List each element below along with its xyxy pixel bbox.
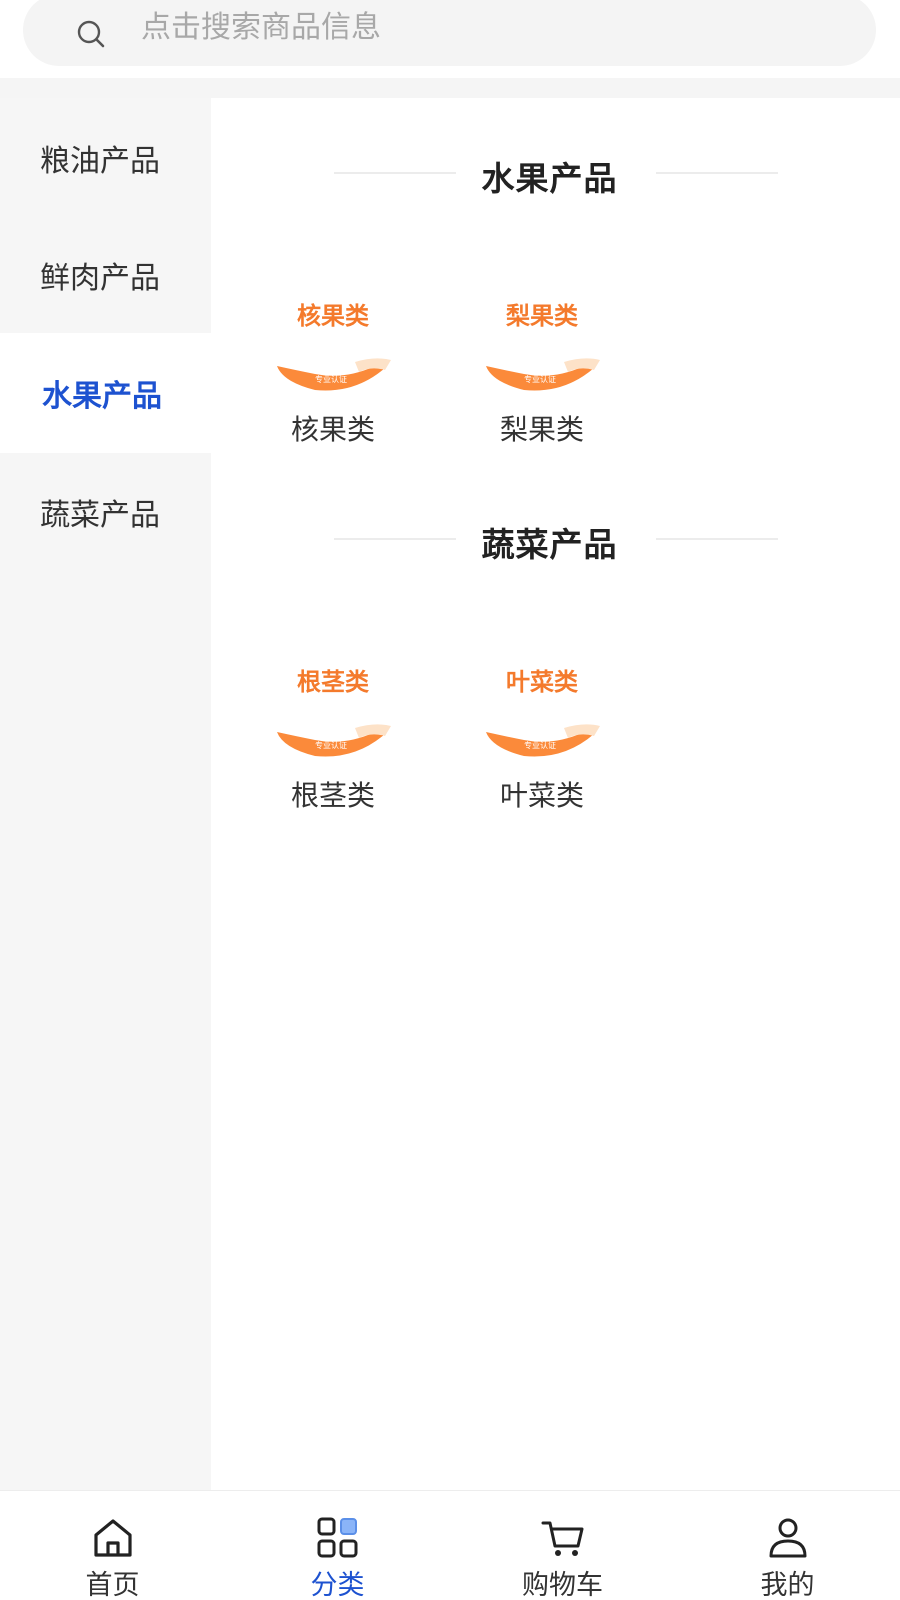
divider-line (656, 172, 778, 174)
image-text: 叶菜类 (506, 668, 578, 696)
search-placeholder: 点击搜索商品信息 (141, 10, 381, 45)
subcategory-image: 叶菜类 专业认证 (484, 662, 600, 762)
sidebar-item-label: 粮油产品 (40, 144, 160, 179)
subcategory-label: 根茎类 (290, 779, 375, 812)
user-icon (769, 1518, 806, 1558)
svg-text:专业认证: 专业认证 (315, 374, 347, 384)
section-header: 蔬菜产品 (211, 514, 900, 564)
bottom-tab-bar: 首页 分类 购物车 我的 (0, 1490, 900, 1600)
sidebar-item-vegetable[interactable]: 蔬菜产品 (0, 452, 211, 572)
tab-mine[interactable]: 我的 (675, 1491, 900, 1600)
section-header: 水果产品 (211, 148, 900, 198)
ribbon-icon: 专业认证 (486, 358, 600, 391)
subcategory-image: 核果类 专业认证 (275, 296, 391, 396)
app: 点击搜索商品信息 粮油产品 鲜肉产品 水果产品 蔬菜产品 水果产品 核果类 专业… (0, 0, 900, 1600)
subcategory-pome-fruit[interactable]: 梨果类 专业认证 梨果类 (467, 296, 617, 456)
category-content: 水果产品 核果类 专业认证 核果类 梨果类 专业认证 梨果类 蔬菜产品 根茎类 … (211, 98, 900, 1490)
svg-text:专业认证: 专业认证 (524, 374, 556, 384)
subcategory-root-vegetable[interactable]: 根茎类 专业认证 根茎类 (258, 662, 408, 822)
sidebar-item-label: 水果产品 (42, 379, 162, 414)
ribbon-icon: 专业认证 (486, 724, 600, 757)
tab-cart[interactable]: 购物车 (450, 1491, 675, 1600)
image-text: 梨果类 (506, 302, 578, 330)
tab-label: 我的 (760, 1570, 815, 1600)
sidebar-item-fresh-meat[interactable]: 鲜肉产品 (0, 215, 211, 335)
category-sidebar: 粮油产品 鲜肉产品 水果产品 蔬菜产品 (0, 98, 211, 1490)
subcategory-leafy-vegetable[interactable]: 叶菜类 专业认证 叶菜类 (467, 662, 617, 822)
subcategory-stone-fruit[interactable]: 核果类 专业认证 核果类 (258, 296, 408, 456)
cart-icon (541, 1521, 583, 1556)
home-icon (93, 1519, 132, 1557)
image-text: 根茎类 (297, 668, 369, 696)
ribbon-icon: 专业认证 (277, 724, 391, 757)
search-area: 点击搜索商品信息 (0, 0, 900, 78)
sidebar-item-label: 蔬菜产品 (40, 498, 160, 533)
section-title: 水果产品 (481, 159, 618, 198)
svg-text:专业认证: 专业认证 (524, 740, 556, 750)
tab-category[interactable]: 分类 (225, 1491, 450, 1600)
tab-label: 购物车 (522, 1570, 603, 1600)
divider-line (656, 538, 778, 540)
tab-label: 首页 (85, 1570, 140, 1600)
search-icon (77, 20, 105, 48)
sidebar-item-grain-oil[interactable]: 粮油产品 (0, 98, 211, 218)
category-icon (317, 1517, 357, 1558)
subcategory-image: 梨果类 专业认证 (484, 296, 600, 396)
sidebar-item-fruit[interactable]: 水果产品 (0, 333, 211, 453)
image-text: 核果类 (297, 302, 369, 330)
search-input[interactable]: 点击搜索商品信息 (23, 0, 876, 66)
subcategory-image: 根茎类 专业认证 (275, 662, 391, 762)
section-title: 蔬菜产品 (481, 525, 618, 564)
subcategory-label: 梨果类 (499, 413, 584, 446)
tab-label: 分类 (310, 1570, 365, 1600)
subcategory-label: 叶菜类 (499, 779, 584, 812)
sidebar-item-label: 鲜肉产品 (40, 261, 160, 296)
svg-text:专业认证: 专业认证 (315, 740, 347, 750)
divider-strip (0, 78, 900, 98)
ribbon-icon: 专业认证 (277, 358, 391, 391)
tab-home[interactable]: 首页 (0, 1491, 225, 1600)
subcategory-label: 核果类 (290, 413, 375, 446)
